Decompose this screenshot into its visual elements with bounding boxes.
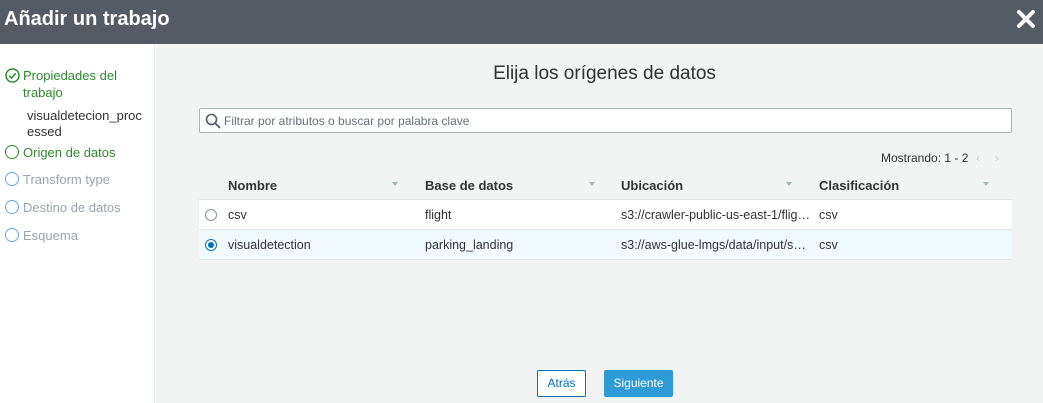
cell-classification: csv [819,238,838,252]
step-schema: Esquema [5,227,78,244]
circle-icon [5,145,19,159]
sort-icon[interactable] [392,182,398,186]
search-box[interactable] [199,108,1012,133]
cell-location: s3://crawler-public-us-east-1/flight/201… [621,208,811,222]
row-radio[interactable] [205,209,217,221]
cell-location: s3://aws-glue-lmgs/data/input/schema [621,238,811,252]
step-data-target: Destino de datos [5,199,121,216]
search-icon [205,113,221,129]
column-header-location[interactable]: Ubicación [621,178,683,193]
step-label: Origen de datos [23,145,116,160]
close-icon[interactable] [1015,8,1037,30]
next-button[interactable]: Siguiente [604,370,673,397]
circle-icon [5,200,19,214]
circle-icon [5,172,19,186]
page-title: Elija los orígenes de datos [493,63,716,84]
row-radio[interactable] [205,239,217,251]
step-label: Destino de datos [23,200,121,215]
pager-prev-button[interactable]: ‹ [976,151,980,165]
column-header-database[interactable]: Base de datos [425,178,513,193]
main-panel: Elija los orígenes de datos Mostrando: 1… [156,44,1043,403]
back-button[interactable]: Atrás [537,370,586,397]
sort-icon[interactable] [786,182,792,186]
sort-icon[interactable] [589,182,595,186]
circle-icon [5,228,19,242]
data-sources-table: Nombre Base de datos Ubicación Clasifica… [199,171,1012,260]
cell-database: parking_landing [425,238,514,252]
step-label: Transform type [23,172,110,187]
check-circle-icon [5,68,20,83]
cell-database: flight [425,208,452,222]
results-count: Mostrando: 1 - 2 [881,151,969,165]
table-row[interactable]: csv flight s3://crawler-public-us-east-1… [199,200,1012,230]
search-input[interactable] [224,109,1004,132]
job-name: visualdetecion_processed [27,108,142,139]
modal-header: Añadir un trabajo [0,0,1043,44]
sort-icon[interactable] [983,182,989,186]
step-transform-type: Transform type [5,171,110,188]
step-label: Propiedades del trabajo [23,68,117,100]
column-header-classification[interactable]: Clasificación [819,178,899,193]
table-header: Nombre Base de datos Ubicación Clasifica… [199,171,1012,200]
column-header-name[interactable]: Nombre [228,178,277,193]
wizard-sidebar: Propiedades del trabajo visualdetecion_p… [0,44,155,403]
cell-classification: csv [819,208,838,222]
modal-title: Añadir un trabajo [4,8,170,30]
cell-name: visualdetection [228,238,311,252]
pager-next-button[interactable]: › [995,151,999,165]
step-data-source[interactable]: Origen de datos [5,144,116,161]
step-job-properties[interactable]: Propiedades del trabajo [5,67,125,101]
table-row[interactable]: visualdetection parking_landing s3://aws… [199,230,1012,260]
cell-name: csv [228,208,247,222]
